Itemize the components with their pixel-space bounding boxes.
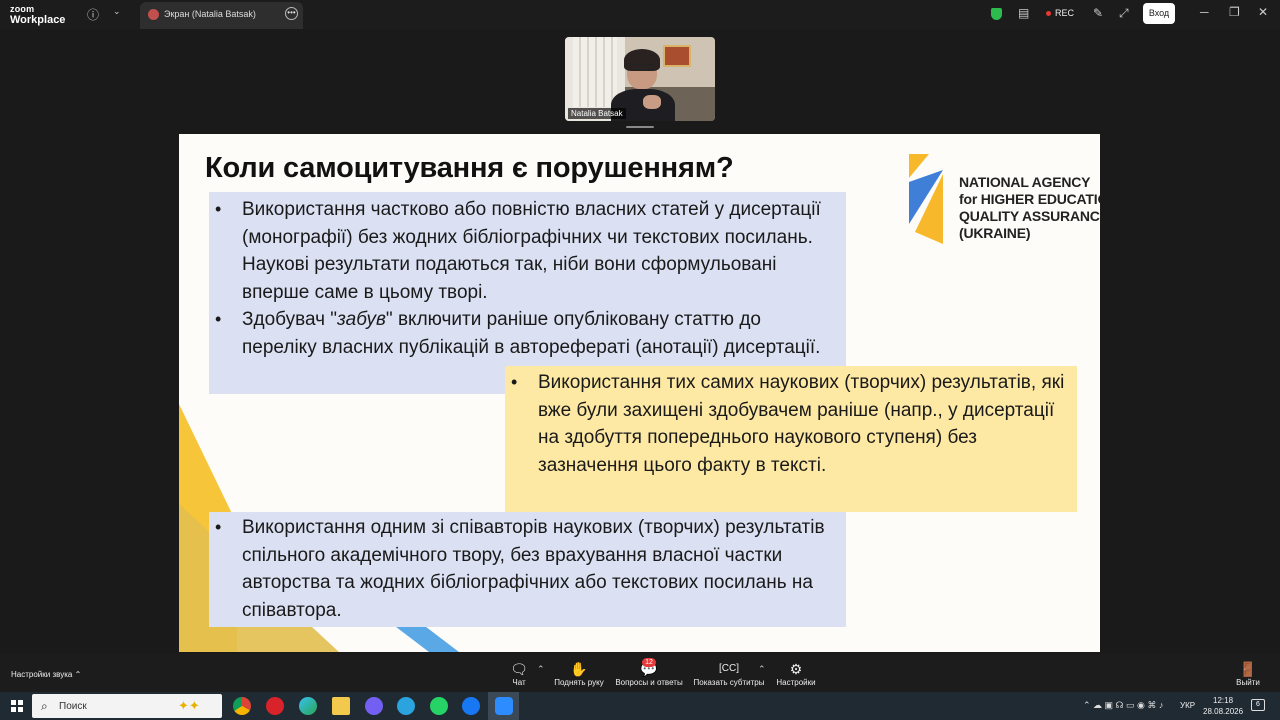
settings-label: Настройки — [776, 678, 816, 687]
search-highlight-icon: ✦✦ — [178, 698, 200, 713]
qa-count-badge: 12 — [642, 658, 656, 667]
taskbar-clock[interactable]: 12:18 28.08.2026 — [1203, 695, 1243, 717]
viber-app-icon[interactable] — [365, 697, 383, 715]
search-placeholder: Поиск — [59, 701, 87, 712]
bullet-item: Здобувач "забув" включити раніше опублік… — [215, 306, 836, 361]
clock-time: 12:18 — [1213, 696, 1234, 705]
annotate-pen-icon[interactable]: ✎ — [1093, 6, 1103, 20]
bullet-text-italic: забув — [337, 309, 386, 330]
bullet-card-blue-bottom: Використання одним зі співавторів науков… — [209, 512, 846, 627]
bullet-item: Використання тих самих наукових (творчих… — [511, 369, 1067, 479]
bullet-item: Використання одним зі співавторів науков… — [215, 514, 836, 624]
opera-app-icon[interactable] — [266, 697, 284, 715]
minimize-icon[interactable]: ─ — [1200, 5, 1209, 19]
search-icon: ⌕ — [41, 699, 48, 713]
notes-icon[interactable]: ▤ — [1018, 6, 1029, 20]
audio-settings-label: Настройки звука — [11, 670, 73, 679]
bullet-card-yellow: Використання тих самих наукових (творчих… — [505, 366, 1077, 512]
settings-button[interactable]: ⚙ Настройки — [751, 660, 841, 687]
recording-indicator[interactable]: REC — [1046, 8, 1074, 18]
telegram-app-icon[interactable] — [397, 697, 415, 715]
raise-hand-label: Поднять руку — [554, 678, 604, 687]
leave-label: Выйти — [1236, 678, 1260, 687]
windows-start-icon[interactable] — [11, 700, 23, 712]
rec-label: REC — [1055, 8, 1075, 18]
encryption-shield-icon[interactable] — [991, 8, 1002, 20]
chevron-down-icon[interactable]: ⌄ — [113, 6, 121, 17]
video-person-hand — [643, 95, 661, 109]
windows-taskbar: ⌕ Поиск ✦✦ ⌃ ☁ ▣ ☊ ▭ ◉ ⌘ ♪ УКР 12:18 28.… — [0, 692, 1280, 720]
more-options-icon[interactable]: ••• — [285, 7, 298, 20]
fullscreen-icon[interactable]: ⤢ — [1119, 6, 1129, 21]
chat-label: Чат — [512, 678, 526, 687]
chevron-up-icon: ⌃ — [74, 670, 82, 679]
bullet-text: Здобувач " — [242, 309, 338, 330]
naqa-logo-text: NATIONAL AGENCY for HIGHER EDUCATION QUA… — [959, 174, 1100, 242]
close-icon[interactable]: ✕ — [1258, 5, 1268, 19]
zoom-app-icon[interactable] — [495, 697, 513, 715]
language-indicator[interactable]: УКР — [1180, 701, 1195, 710]
logo-line: for HIGHER EDUCATION — [959, 191, 1100, 207]
info-icon[interactable]: ⓘ — [87, 6, 99, 23]
logo-line: QUALITY ASSURANCE — [959, 208, 1100, 224]
video-person-glasses — [629, 64, 655, 70]
edge-app-icon[interactable] — [299, 697, 317, 715]
whatsapp-app-icon[interactable] — [430, 697, 448, 715]
restore-icon[interactable]: ❐ — [1229, 5, 1240, 19]
login-button[interactable]: Вход — [1143, 3, 1175, 24]
gear-icon: ⚙ — [789, 661, 803, 677]
chrome-app-icon[interactable] — [233, 697, 251, 715]
messenger-app-icon[interactable] — [462, 697, 480, 715]
zoom-title-bar: zoom Workplace ⓘ ⌄ Экран (Natalia Batsak… — [0, 0, 1280, 29]
exit-door-icon: 🚪 — [1239, 661, 1257, 677]
zoom-logo: zoom Workplace — [10, 4, 65, 26]
audio-settings-button[interactable]: Настройки звука ⌃ — [11, 670, 81, 679]
rec-dot-icon — [1046, 11, 1051, 17]
bullet-item: Використання частково або повністю власн… — [215, 196, 836, 306]
logo-line: NATIONAL AGENCY — [959, 174, 1091, 190]
tab-avatar-icon — [148, 9, 159, 20]
bullet-card-blue-top: Використання частково або повністю власн… — [209, 192, 846, 394]
file-explorer-icon[interactable] — [332, 697, 350, 715]
clock-date: 28.08.2026 — [1203, 707, 1244, 716]
meeting-toolbar: Настройки звука ⌃ 🗨 Чат ⌃ ✋ Поднять руку… — [0, 654, 1280, 692]
system-tray-icons[interactable]: ⌃ ☁ ▣ ☊ ▭ ◉ ⌘ ♪ — [1083, 700, 1163, 711]
naqa-logo-mark-icon — [909, 154, 943, 244]
notifications-icon[interactable]: 6 — [1251, 699, 1265, 711]
video-curtain — [573, 37, 617, 107]
leave-button[interactable]: 🚪 Выйти — [1227, 660, 1269, 687]
logo-line: (UKRAINE) — [959, 225, 1031, 241]
participant-video[interactable]: Natalia Batsak — [565, 37, 715, 121]
video-drag-handle[interactable] — [626, 126, 654, 128]
tab-label: Экран (Natalia Batsak) — [164, 9, 256, 19]
zoom-logo-line2: Workplace — [10, 14, 66, 26]
shared-slide: Коли самоцитування є порушенням? NATIONA… — [179, 134, 1100, 652]
participant-name-label: Natalia Batsak — [568, 108, 626, 119]
slide-title: Коли самоцитування є порушенням? — [205, 152, 734, 184]
taskbar-search-box[interactable]: ⌕ Поиск ✦✦ — [32, 694, 222, 718]
qa-label: Вопросы и ответы — [615, 678, 683, 687]
video-picture-frame — [663, 45, 691, 67]
share-screen-tab[interactable]: Экран (Natalia Batsak) ••• — [140, 2, 303, 29]
